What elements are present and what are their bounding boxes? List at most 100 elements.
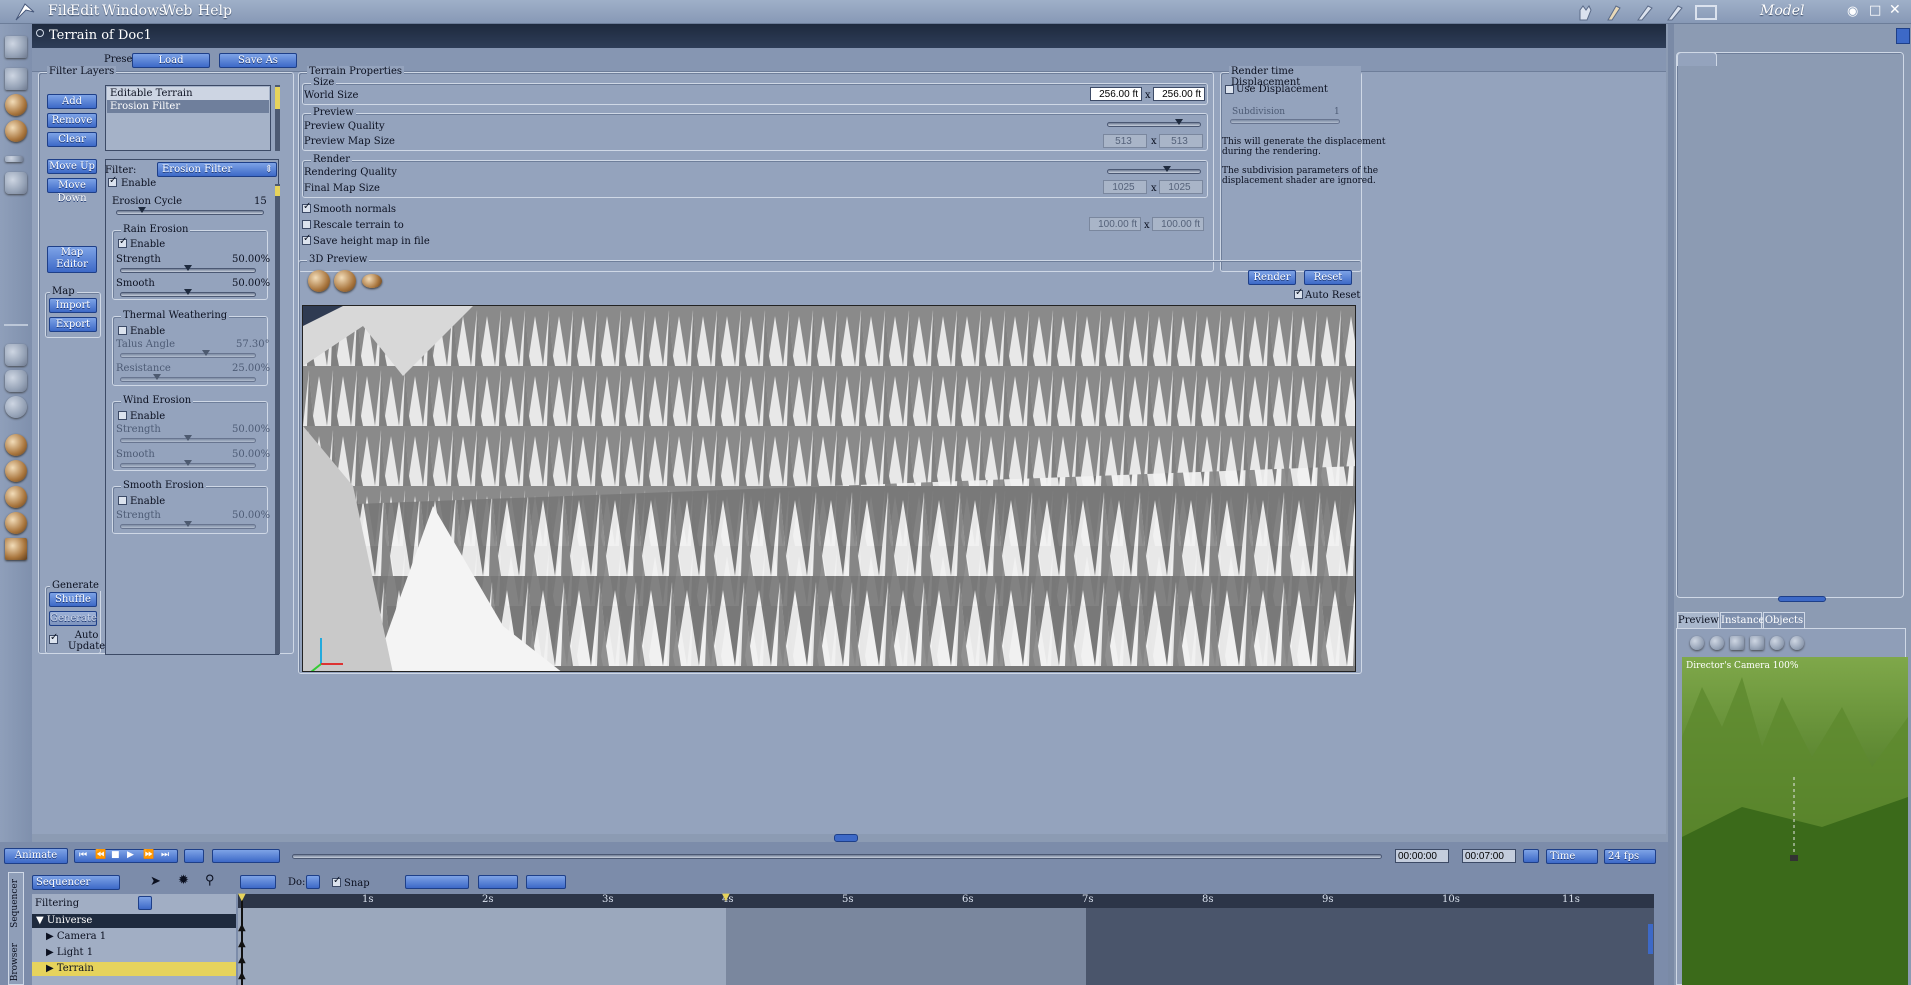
expand-icon[interactable]: ▶	[46, 963, 57, 974]
slider-knob[interactable]	[152, 374, 161, 380]
subdivision-slider[interactable]	[1230, 119, 1340, 124]
hand-tool-icon[interactable]	[1579, 5, 1592, 21]
move-xz-icon[interactable]	[5, 460, 27, 482]
fps-dropdown[interactable]: 24 fps	[1604, 849, 1656, 864]
auto-update-checkbox[interactable]	[49, 632, 58, 644]
magnify-icon[interactable]: ⚲	[205, 873, 215, 888]
menu-web[interactable]: Web	[162, 3, 193, 19]
trackball-icon[interactable]	[5, 512, 27, 534]
twist-icon[interactable]	[5, 120, 27, 142]
tab-preview[interactable]: Preview	[1677, 612, 1719, 628]
snap-checkbox[interactable]	[332, 875, 341, 887]
time-scrubber[interactable]	[292, 854, 1382, 859]
move-xy-icon[interactable]	[5, 434, 27, 456]
slider-knob[interactable]	[201, 350, 210, 356]
wind-strength-slider[interactable]	[120, 435, 256, 443]
move-down-button[interactable]: Move Down	[47, 178, 97, 204]
rescale-checkbox[interactable]	[302, 220, 311, 229]
eye-icon[interactable]: ◉	[1847, 4, 1858, 19]
zoom-view-icon[interactable]	[362, 274, 382, 288]
world-size-x-input[interactable]	[1090, 87, 1142, 101]
track-light[interactable]: ▶ Light 1	[32, 946, 236, 960]
import-button[interactable]: Import	[49, 298, 97, 313]
maximize-icon[interactable]: □	[1869, 3, 1881, 18]
play-icon[interactable]: ▶	[127, 850, 134, 860]
rain-smooth-slider[interactable]	[120, 289, 256, 297]
smooth-enable-checkbox[interactable]	[118, 496, 127, 505]
stop-icon[interactable]: ■	[111, 850, 120, 860]
rescale-x-input[interactable]	[1089, 217, 1141, 231]
panel-resize-handle[interactable]	[1778, 596, 1826, 602]
gear-icon[interactable]: ✹	[178, 873, 189, 888]
menu-edit[interactable]: Edit	[70, 3, 99, 19]
thermal-enable-checkbox[interactable]	[118, 326, 127, 335]
expand-icon[interactable]: ▶	[46, 947, 57, 958]
rotate-icon[interactable]	[1710, 636, 1724, 650]
resistance-slider[interactable]	[120, 374, 256, 382]
end-marker-icon[interactable]: ▼	[722, 892, 730, 903]
rain-strength-slider[interactable]	[120, 265, 256, 273]
move-yz-icon[interactable]	[5, 486, 27, 508]
pointer-tool-icon[interactable]: ➤	[150, 874, 161, 889]
close-icon[interactable]: ✕	[1889, 2, 1901, 18]
slider-knob[interactable]	[184, 521, 192, 527]
auto-reset-checkbox[interactable]	[1294, 287, 1303, 299]
end-time-input[interactable]	[1462, 849, 1516, 863]
rotate-icon[interactable]	[5, 94, 27, 116]
smooth-strength-slider[interactable]	[120, 521, 256, 529]
menu-help[interactable]: Help	[198, 3, 232, 19]
use-displacement-checkbox[interactable]	[1225, 85, 1234, 94]
rewind-icon[interactable]: ⏪	[95, 850, 106, 860]
tab-instances[interactable]: Instances	[1720, 612, 1770, 628]
rain-enable-checkbox[interactable]	[118, 236, 127, 248]
track-terrain[interactable]: ▶ Terrain	[32, 962, 236, 976]
expand-icon[interactable]: ▼	[36, 915, 47, 926]
expand-icon[interactable]: ▶	[46, 931, 57, 942]
timeline-tracks[interactable]: 1s 2s 3s 4s 5s 6s 7s 8s 9s 10s 11s ▼ ▼ ▲…	[238, 892, 1654, 985]
filter-scrollbar[interactable]	[275, 184, 280, 654]
keyframe-nav-controls[interactable]	[212, 849, 280, 863]
stick-icon[interactable]	[5, 156, 23, 162]
pan-view-icon[interactable]	[308, 270, 330, 292]
sequencer-side-tab[interactable]: Sequencer	[10, 879, 20, 928]
erosion-cycle-slider[interactable]	[116, 207, 264, 215]
timeline-resize-handle[interactable]	[834, 834, 858, 842]
animate-button[interactable]: Animate	[4, 848, 68, 864]
film-icon[interactable]	[1695, 5, 1717, 20]
filtering-dropdown[interactable]	[138, 896, 152, 910]
playhead-marker-icon[interactable]: ▼	[238, 892, 246, 903]
move-up-button[interactable]: Move Up	[47, 159, 97, 174]
layer-row-editable-terrain[interactable]: Editable Terrain	[107, 87, 269, 100]
current-time-input[interactable]	[1395, 849, 1449, 863]
load-button[interactable]: Load	[132, 53, 210, 68]
export-button[interactable]: Export	[49, 317, 97, 332]
save-as-button[interactable]: Save As	[219, 53, 297, 68]
time-mode-dropdown[interactable]: Time	[1546, 849, 1598, 864]
cube-solid-icon[interactable]	[1750, 636, 1764, 650]
go-start-icon[interactable]: ⏮	[79, 850, 87, 860]
rotate-view-icon[interactable]	[334, 270, 356, 292]
save-height-map-checkbox[interactable]	[302, 233, 311, 245]
track-universe[interactable]: ▼ Universe	[32, 914, 236, 928]
pan-hand-icon[interactable]	[5, 370, 27, 392]
preview-map-x-input[interactable]	[1103, 134, 1147, 148]
filter-enable-checkbox[interactable]	[108, 175, 117, 187]
slider-knob[interactable]	[184, 265, 192, 271]
browser-side-tab[interactable]: Browser	[10, 943, 20, 981]
panel-splitter[interactable]	[1668, 24, 1674, 985]
brush-icon[interactable]	[1607, 5, 1621, 21]
preview-map-y-input[interactable]	[1159, 134, 1203, 148]
go-end-icon[interactable]: ⏭	[161, 850, 169, 860]
loop-icon[interactable]	[184, 849, 204, 863]
pencil-icon[interactable]	[1667, 5, 1683, 21]
keyframe-icon[interactable]: ▲	[238, 938, 246, 949]
wind-smooth-slider[interactable]	[120, 460, 256, 468]
slider-knob[interactable]	[184, 460, 192, 466]
window-dot-icon[interactable]	[36, 29, 44, 37]
final-map-y-input[interactable]	[1159, 180, 1203, 194]
playback-controls[interactable]: ⏮ ⏪ ■ ▶ ⏩ ⏭	[74, 849, 178, 863]
select-arrow-icon[interactable]	[5, 36, 27, 58]
sphere-icon[interactable]	[1770, 636, 1784, 650]
map-editor-button[interactable]: Map Editor	[47, 246, 97, 273]
cube-icon[interactable]	[1730, 636, 1744, 650]
